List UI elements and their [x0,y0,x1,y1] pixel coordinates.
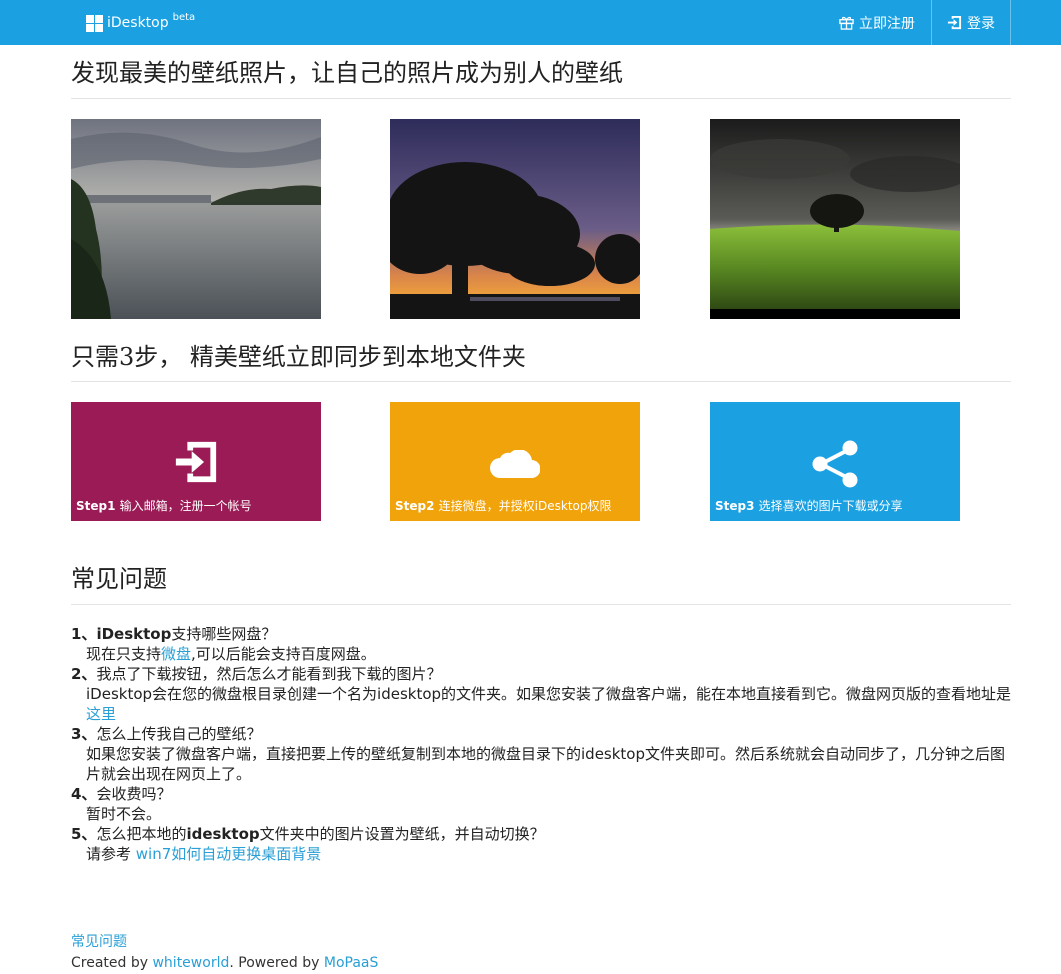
footer-faq-link[interactable]: 常见问题 [71,934,127,950]
wallpaper-photo-sunset-tree[interactable] [390,119,640,319]
step1-label: Step1 输入邮箱，注册一个帐号 [76,499,252,513]
login-label: 登录 [967,15,995,32]
faq-answer: 请参考 win7如何自动更换桌面背景 [86,845,322,863]
faq-list: 1、iDesktop支持哪些网盘？ 现在只支持微盘,可以后能会支持百度网盘。 2… [71,624,1016,864]
gift-icon [839,15,854,30]
faq-answer: 现在只支持微盘,可以后能会支持百度网盘。 [86,645,376,663]
brand-name: iDesktop [107,15,169,31]
mopaas-link[interactable]: MoPaaS [324,955,379,971]
faq-question: 5、怎么把本地的idesktop文件夹中的图片设置为壁纸，并自动切换？ [71,825,545,843]
step3-label: Step3 选择喜欢的图片下载或分享 [715,499,903,513]
faq-question: 4、会收费吗？ [71,785,172,803]
cloud-icon [390,450,640,478]
windows-logo-icon [86,15,103,32]
faq-answer: iDesktop会在您的微盘根目录创建一个名为idesktop的文件夹。如果您安… [86,685,1012,723]
footer: 常见问题 Created by whiteworld. Powered by M… [71,932,378,974]
faq-question: 2、我点了下载按钮，然后怎么才能看到我下载的图片？ [71,665,442,683]
faq-question: 3、怎么上传我自己的壁纸？ [71,725,262,743]
footer-credits: Created by whiteworld. Powered by MoPaaS [71,955,379,971]
step1-tile[interactable]: Step1 输入邮箱，注册一个帐号 [71,402,321,521]
share-icon [710,439,960,489]
step2-tile[interactable]: Step2 连接微盘，并授权iDesktop权限 [390,402,640,521]
wallpaper-photo-lake[interactable] [71,119,321,319]
weipan-link[interactable]: 微盘 [161,645,191,663]
register-link[interactable]: 立即注册 [825,0,931,45]
sign-in-icon [71,439,321,485]
weipan-web-link[interactable]: 这里 [86,705,116,723]
top-navbar: iDesktop beta 立即注册 登录 [0,0,1061,45]
login-link[interactable]: 登录 [931,0,1011,45]
brand-beta-badge: beta [172,12,196,23]
wallpaper-photo-lone-tree[interactable] [710,119,960,319]
nav-actions: 立即注册 登录 [825,0,1011,45]
win7-wallpaper-link[interactable]: win7如何自动更换桌面背景 [136,845,322,863]
faq-heading: 常见问题 [71,562,1011,605]
faq-answer: 如果您安装了微盘客户端，直接把要上传的壁纸复制到本地的微盘目录下的ideskto… [86,745,1006,783]
brand-link[interactable]: iDesktop beta [86,12,195,34]
register-label: 立即注册 [859,15,915,32]
steps-heading: 只需3步， 精美壁纸立即同步到本地文件夹 [71,340,1011,382]
author-link[interactable]: whiteworld [152,955,229,971]
sign-in-icon [947,15,962,30]
discover-heading: 发现最美的壁纸照片，让自己的照片成为别人的壁纸 [71,56,1011,99]
faq-answer: 暂时不会。 [86,805,162,823]
faq-question: 1、iDesktop支持哪些网盘？ [71,625,277,643]
step3-tile[interactable]: Step3 选择喜欢的图片下载或分享 [710,402,960,521]
step2-label: Step2 连接微盘，并授权iDesktop权限 [395,499,612,513]
